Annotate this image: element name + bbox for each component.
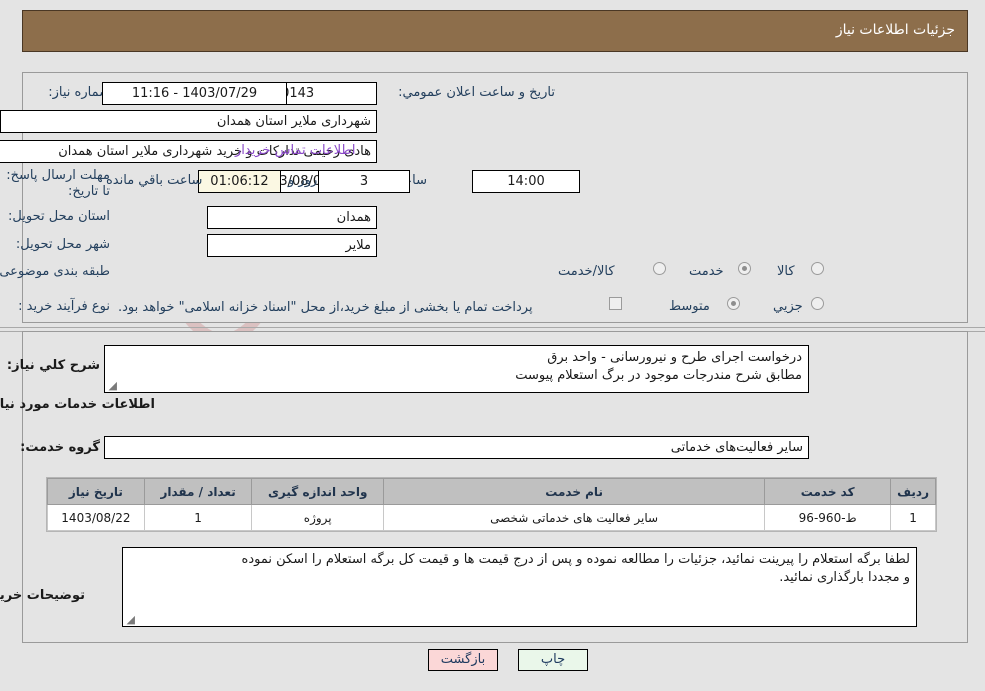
table-header-row: ردیف کد خدمت نام خدمت واحد اندازه گیری ت… <box>47 478 936 505</box>
delivery-city-field[interactable]: ملایر <box>207 234 377 257</box>
cell-date: 1403/08/22 <box>47 504 145 531</box>
process-radio-motavasset[interactable] <box>727 297 740 310</box>
announce-datetime-label: تاریخ و ساعت اعلان عمومي: <box>398 85 555 100</box>
deadline-label: مهلت ارسال پاسخ: تا تاریخ: <box>6 168 110 199</box>
services-table: ردیف کد خدمت نام خدمت واحد اندازه گیری ت… <box>47 478 936 531</box>
cell-radif: 1 <box>890 504 936 531</box>
need-summary-line-0: درخواست اجرای طرح و نیرورسانی - واحد برق <box>547 350 802 365</box>
col-code: کد خدمت <box>764 478 892 505</box>
service-group-label: گروه خدمت: <box>20 440 100 455</box>
need-number-label: شماره نیاز: <box>48 85 110 100</box>
cell-quantity: 1 <box>143 504 253 531</box>
category-option-label-0: کالا <box>777 264 795 279</box>
services-table-wrap: ردیف کد خدمت نام خدمت واحد اندازه گیری ت… <box>46 477 937 532</box>
back-button[interactable]: بازگشت <box>428 649 498 671</box>
process-option-label-1: متوسط <box>669 299 710 314</box>
col-unit: واحد اندازه گیری <box>251 478 385 505</box>
treasury-bond-checkbox[interactable] <box>609 297 622 310</box>
buyer-notes-line-1: و مجددا بارگذاری نمائید. <box>779 570 910 585</box>
table-row[interactable]: 1 ط-960-96 سایر فعالیت های خدماتی شخصی پ… <box>47 504 936 531</box>
countdown-timer-field: 01:06:12 <box>198 170 281 193</box>
service-group-field[interactable]: سایر فعالیت‌های خدماتی <box>104 436 809 459</box>
delivery-province-field[interactable]: همدان <box>207 206 377 229</box>
col-date: تاریخ نیاز <box>47 478 145 505</box>
page-root: AriaTender.net جزئیات اطلاعات نیاز شماره… <box>0 0 985 691</box>
resize-grip-icon-2[interactable]: ◢ <box>125 614 135 625</box>
category-radio-kala[interactable] <box>811 262 824 275</box>
cell-name: سایر فعالیت های خدماتی شخصی <box>383 504 766 531</box>
process-option-label-0: جزیي <box>773 299 803 314</box>
cell-unit: پروژه <box>251 504 385 531</box>
col-radif: ردیف <box>890 478 936 505</box>
divider-top <box>0 327 985 328</box>
buyer-notes-textarea[interactable]: لطفا برگه استعلام را پیرینت نمائید، جزئی… <box>122 547 917 627</box>
announce-datetime-field[interactable]: 1403/07/29 - 11:16 <box>102 82 287 105</box>
buyer-contact-link[interactable]: اطلاعات تماس خریدار <box>235 143 355 159</box>
col-quantity: تعداد / مقدار <box>143 478 253 505</box>
page-title: جزئیات اطلاعات نیاز <box>835 22 955 38</box>
category-label: طبقه بندی موضوعی: <box>0 264 110 279</box>
col-name: نام خدمت <box>383 478 766 505</box>
buyer-org-field[interactable]: شهرداری ملایر استان همدان <box>0 110 377 133</box>
buyer-notes-label: توضیحات خریدار: <box>0 588 85 603</box>
need-summary-line-1: مطابق شرح مندرجات موجود در برگ استعلام پ… <box>515 368 802 383</box>
window-titlebar: جزئیات اطلاعات نیاز <box>22 10 968 52</box>
treasury-bond-note: پرداخت تمام یا بخشی از مبلغ خرید،از محل … <box>118 300 533 315</box>
print-button[interactable]: چاپ <box>518 649 588 671</box>
resize-grip-icon[interactable]: ◢ <box>107 380 117 391</box>
category-radio-kala-khedmat[interactable] <box>653 262 666 275</box>
timer-suffix-label: ساعت باقي مانده <box>106 173 203 188</box>
category-option-label-2: کالا/خدمت <box>558 264 615 279</box>
delivery-province-label: استان محل تحویل: <box>8 209 110 224</box>
need-summary-textarea[interactable]: درخواست اجرای طرح و نیرورسانی - واحد برق… <box>104 345 809 393</box>
deadline-hour-field[interactable]: 14:00 <box>472 170 580 193</box>
process-type-label: نوع فرآیند خرید : <box>18 299 110 314</box>
category-radio-khedmat[interactable] <box>738 262 751 275</box>
buyer-notes-line-0: لطفا برگه استعلام را پیرینت نمائید، جزئی… <box>241 552 910 567</box>
days-left-field[interactable]: 3 <box>318 170 410 193</box>
services-section-heading: اطلاعات خدمات مورد نیاز <box>0 397 155 412</box>
days-unit-label: روز و <box>288 173 318 188</box>
delivery-city-label: شهر محل تحویل: <box>15 237 110 252</box>
process-radio-jozii[interactable] <box>811 297 824 310</box>
category-option-label-1: خدمت <box>689 264 724 279</box>
cell-code: ط-960-96 <box>764 504 892 531</box>
need-summary-label: شرح کلي نیاز: <box>6 358 100 373</box>
